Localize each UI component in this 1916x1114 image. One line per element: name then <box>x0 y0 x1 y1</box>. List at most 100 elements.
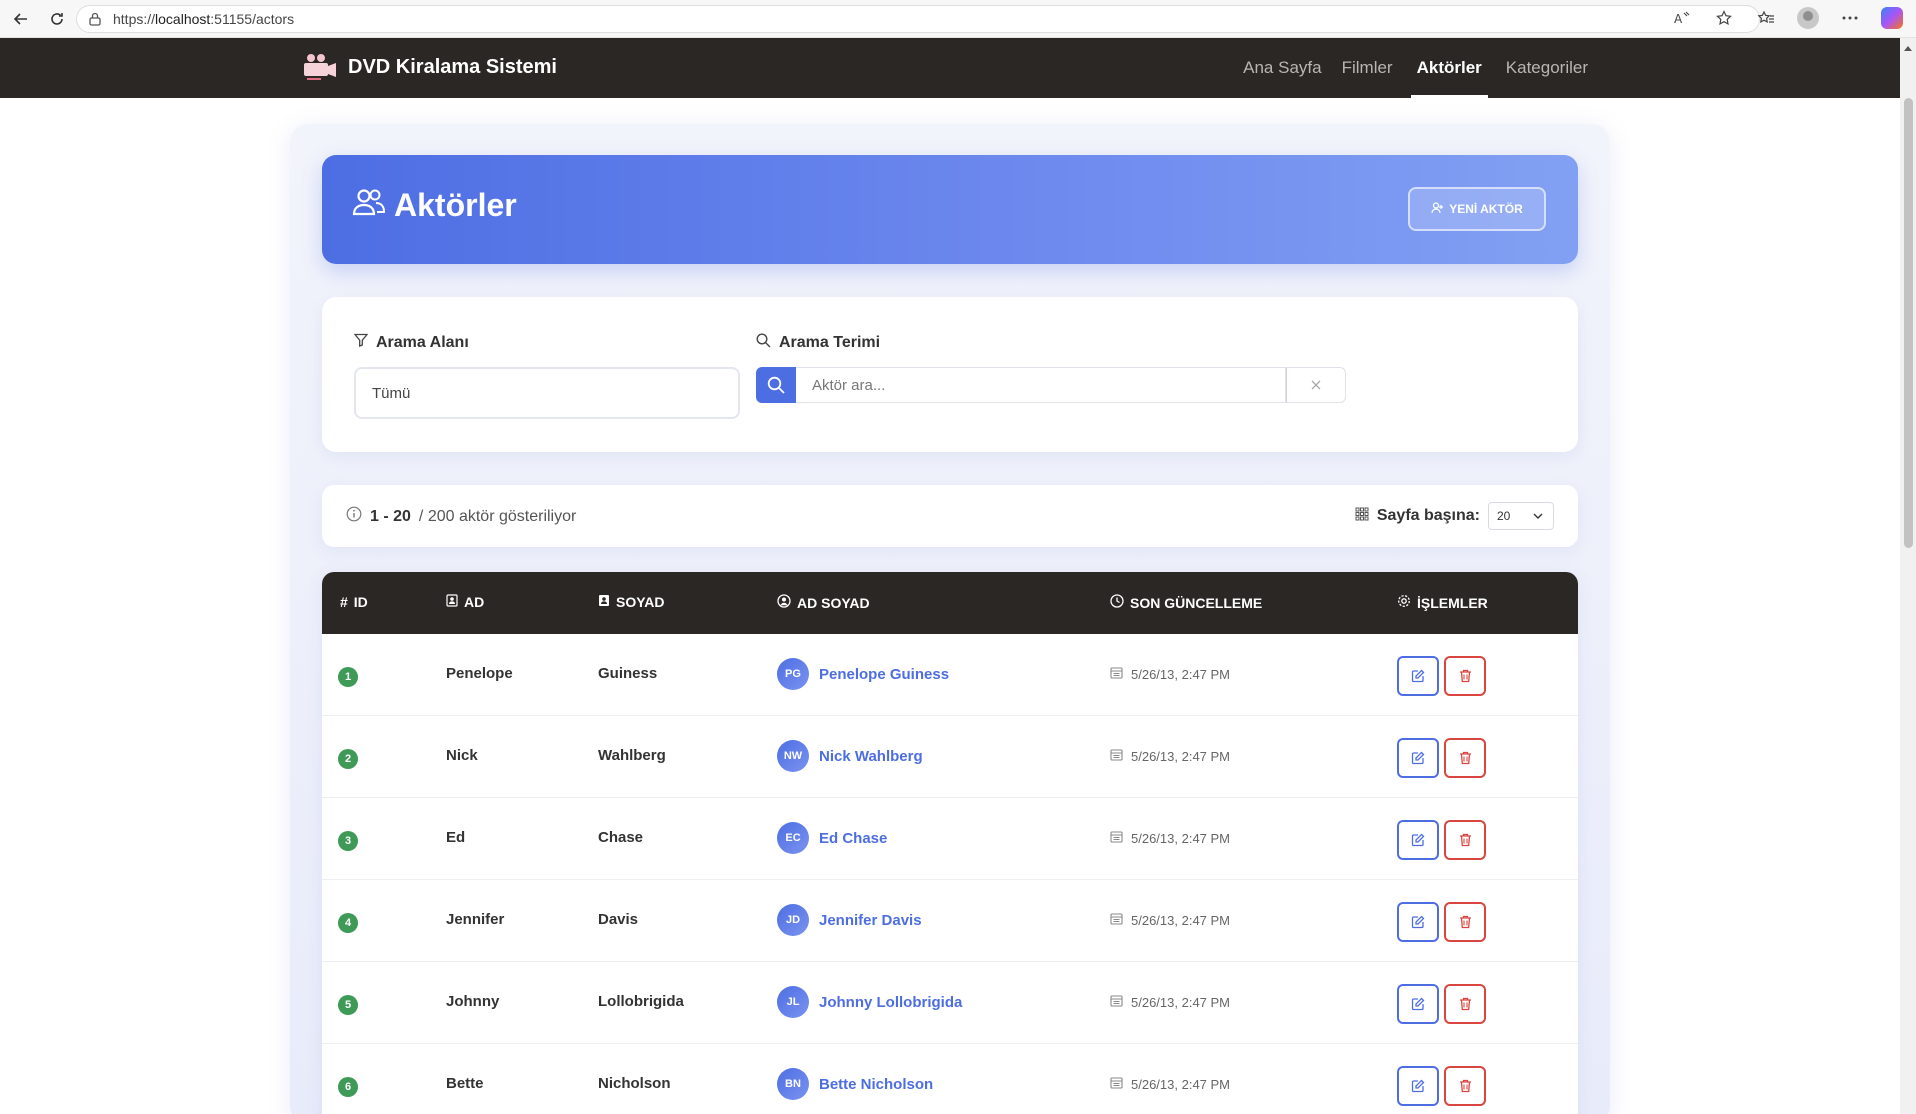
info-icon <box>346 506 362 527</box>
avatar: EC <box>777 822 809 854</box>
edit-button[interactable] <box>1397 1066 1439 1106</box>
calendar-icon <box>1110 830 1123 846</box>
calendar-icon <box>1110 1076 1123 1092</box>
edit-icon <box>1411 751 1425 765</box>
full-name-link[interactable]: Johnny Lollobrigida <box>819 994 962 1011</box>
full-name-cell: EC Ed Chase <box>777 822 887 854</box>
search-icon <box>767 376 785 394</box>
delete-button[interactable] <box>1444 738 1486 778</box>
th-full-name[interactable]: AD SOYAD <box>777 594 870 611</box>
th-updated-label: SON GÜNCELLEME <box>1130 594 1263 611</box>
last-update-cell: 5/26/13, 2:47 PM <box>1110 1076 1230 1092</box>
clear-search-button[interactable] <box>1286 367 1346 403</box>
per-page-label: Sayfa başına: <box>1376 507 1480 524</box>
last-update-cell: 5/26/13, 2:47 PM <box>1110 830 1230 846</box>
edit-button[interactable] <box>1397 984 1439 1024</box>
delete-button[interactable] <box>1444 656 1486 696</box>
address-bar[interactable]: https://localhost:51155/actors <box>76 5 1760 33</box>
full-name-link[interactable]: Jennifer Davis <box>819 912 922 929</box>
full-name-link[interactable]: Bette Nicholson <box>819 1076 933 1093</box>
nav-home[interactable]: Ana Sayfa <box>1241 38 1323 98</box>
th-last-update[interactable]: SON GÜNCELLEME <box>1110 594 1262 611</box>
full-name-link[interactable]: Nick Wahlberg <box>819 748 923 765</box>
read-aloud-icon[interactable]: A <box>1668 4 1696 32</box>
page-title: Aktörler <box>352 187 517 224</box>
favorite-star-icon[interactable] <box>1710 4 1738 32</box>
edit-icon <box>1411 1079 1425 1093</box>
first-name-cell: Jennifer <box>446 911 505 928</box>
last-update-cell: 5/26/13, 2:47 PM <box>1110 994 1230 1010</box>
film-camera-icon <box>302 52 338 82</box>
id-badge: 5 <box>338 995 358 1015</box>
last-name-cell: Guiness <box>598 665 658 682</box>
trash-icon <box>1459 669 1471 683</box>
search-input-group: Aktör ara... <box>756 367 1346 403</box>
th-last-name[interactable]: SOYAD <box>598 594 665 610</box>
id-badge: 4 <box>338 913 358 933</box>
url-host: localhost <box>155 11 211 27</box>
calendar-icon <box>1110 748 1123 764</box>
new-actor-button[interactable]: YENİ AKTÖR <box>1408 187 1546 231</box>
scroll-up-icon[interactable] <box>1904 46 1912 51</box>
edit-button[interactable] <box>1397 656 1439 696</box>
edit-button[interactable] <box>1397 820 1439 860</box>
avatar: NW <box>777 740 809 772</box>
brand[interactable]: DVD Kiralama Sistemi <box>302 52 557 82</box>
first-name-cell: Penelope <box>446 665 513 682</box>
full-name-cell: JD Jennifer Davis <box>777 904 922 936</box>
results-range: 1 - 20 <box>370 507 411 525</box>
calendar-icon <box>1110 912 1123 928</box>
avatar: BN <box>777 1068 809 1100</box>
search-term-label-text: Arama Terimi <box>779 334 881 351</box>
user-plus-icon <box>1431 201 1444 217</box>
copilot-icon[interactable] <box>1878 4 1906 32</box>
th-actions-label: İŞLEMLER <box>1417 594 1488 611</box>
th-last-label: SOYAD <box>616 594 665 610</box>
url-path: :51155/actors <box>210 11 295 27</box>
th-id-label: ID <box>353 594 368 610</box>
url-prefix: https:// <box>113 11 156 27</box>
scroll-thumb[interactable] <box>1904 98 1913 548</box>
per-page-value: 20 <box>1497 509 1511 523</box>
svg-text:A: A <box>1674 12 1683 25</box>
full-name-cell: NW Nick Wahlberg <box>777 740 923 772</box>
last-name-cell: Lollobrigida <box>598 993 684 1010</box>
search-icon <box>756 333 771 353</box>
nav-actors[interactable]: Aktörler <box>1410 38 1488 98</box>
table-row: 6 Bette Nicholson BN Bette Nicholson 5/2… <box>322 1044 1578 1114</box>
calendar-icon <box>1110 666 1123 682</box>
avatar: JL <box>777 986 809 1018</box>
delete-button[interactable] <box>1444 902 1486 942</box>
per-page-select[interactable]: 20 <box>1488 502 1554 530</box>
id-card-icon <box>446 594 458 610</box>
edit-button[interactable] <box>1397 738 1439 778</box>
results-total: / 200 aktör gösteriliyor <box>418 507 577 525</box>
delete-button[interactable] <box>1444 984 1486 1024</box>
th-first-name[interactable]: AD <box>446 594 484 610</box>
first-name-cell: Ed <box>446 829 466 846</box>
full-name-link[interactable]: Ed Chase <box>819 830 887 847</box>
full-name-link[interactable]: Penelope Guiness <box>819 666 949 683</box>
edit-icon <box>1411 915 1425 929</box>
edit-button[interactable] <box>1397 902 1439 942</box>
more-options-icon[interactable] <box>1836 4 1864 32</box>
nav-films[interactable]: Filmler <box>1340 38 1395 98</box>
profile-avatar[interactable] <box>1794 4 1822 32</box>
edit-icon <box>1411 833 1425 847</box>
search-field-select[interactable]: Tümü <box>354 367 740 419</box>
delete-button[interactable] <box>1444 820 1486 860</box>
favorites-icon[interactable] <box>1752 4 1780 32</box>
page-scrollbar[interactable] <box>1900 38 1916 1114</box>
table-row: 3 Ed Chase EC Ed Chase 5/26/13, 2:47 PM <box>322 798 1578 880</box>
th-id[interactable]: # ID <box>340 594 368 610</box>
clock-icon <box>1110 594 1124 611</box>
last-update-text: 5/26/13, 2:47 PM <box>1131 748 1231 764</box>
last-update-cell: 5/26/13, 2:47 PM <box>1110 912 1230 928</box>
full-name-cell: BN Bette Nicholson <box>777 1068 933 1100</box>
reload-icon[interactable] <box>42 4 72 34</box>
delete-button[interactable] <box>1444 1066 1486 1106</box>
search-input[interactable]: Aktör ara... <box>796 367 1286 403</box>
nav-categories[interactable]: Kategoriler <box>1504 38 1590 98</box>
back-icon[interactable] <box>6 4 36 34</box>
search-button[interactable] <box>756 367 796 403</box>
